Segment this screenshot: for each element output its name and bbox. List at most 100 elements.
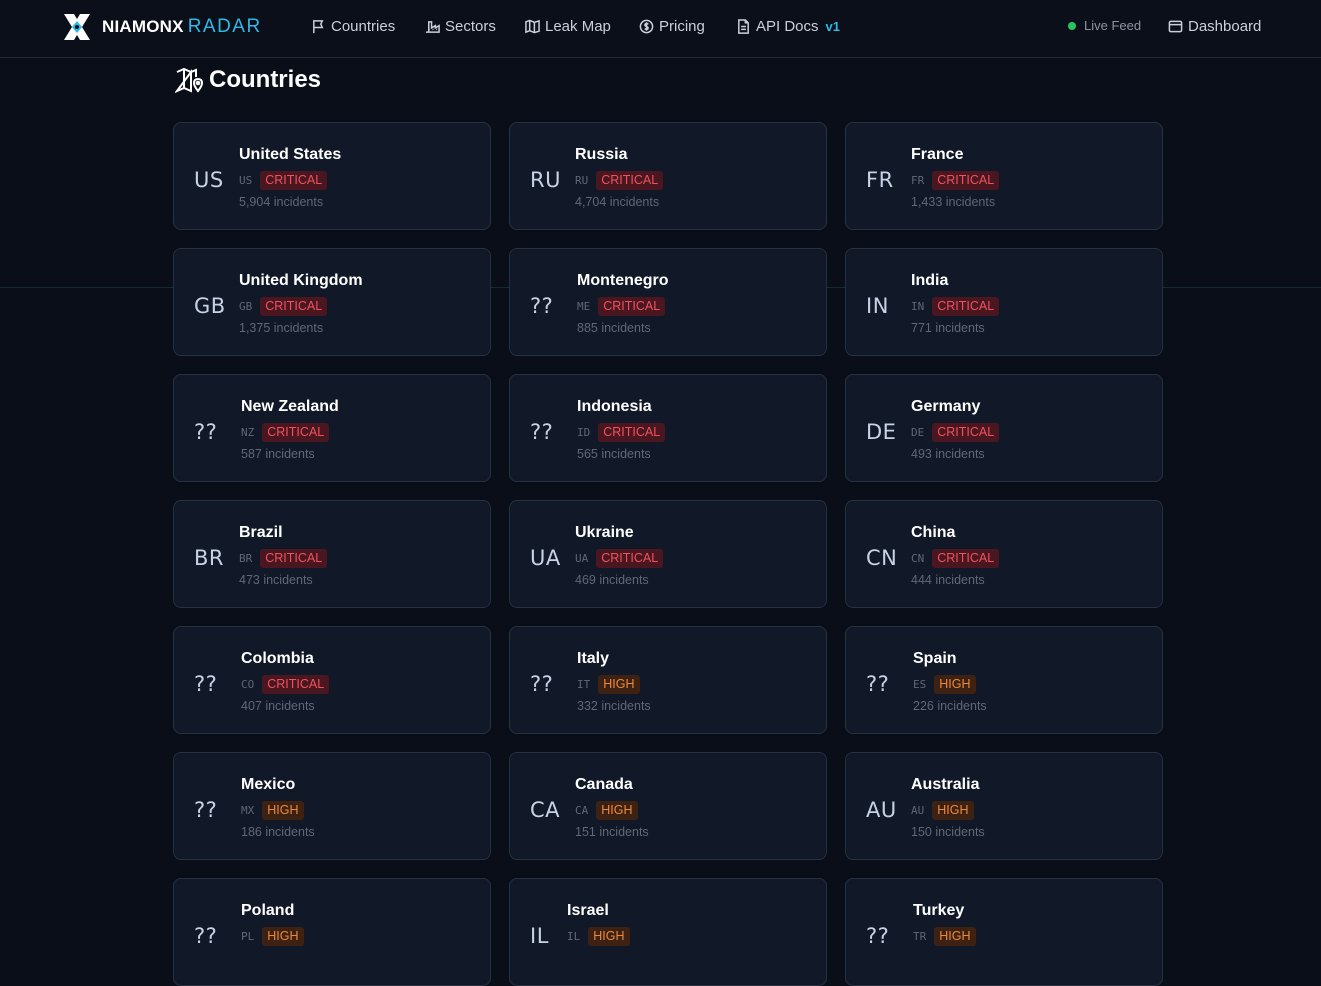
country-flag-code: GB: [194, 294, 226, 318]
country-iso-code: AU: [911, 804, 925, 817]
severity-badge: HIGH: [588, 927, 630, 946]
country-name: Colombia: [241, 650, 314, 667]
country-card[interactable]: ?? Mexico MX HIGH 186 incidents: [173, 752, 491, 860]
nav-pricing[interactable]: Pricing: [639, 16, 705, 36]
country-flag-code: ??: [866, 672, 890, 696]
incident-count: 1,433 incidents: [911, 195, 996, 209]
nav-api-docs-label: API Docs: [756, 17, 819, 35]
country-name: Brazil: [239, 524, 283, 541]
country-iso-code: UA: [575, 552, 589, 565]
country-iso-code: BR: [239, 552, 253, 565]
country-card[interactable]: ?? Spain ES HIGH 226 incidents: [845, 626, 1163, 734]
country-meta-row: RU CRITICAL: [575, 171, 664, 190]
country-card[interactable]: FR France FR CRITICAL 1,433 incidents: [845, 122, 1163, 230]
country-iso-code: NZ: [241, 426, 255, 439]
country-meta-row: MX HIGH: [241, 801, 304, 820]
country-flag-code: CA: [530, 798, 561, 822]
country-name: Australia: [911, 776, 980, 793]
country-name: Indonesia: [577, 398, 652, 415]
incident-count: 151 incidents: [575, 825, 649, 839]
country-card[interactable]: ?? Poland PL HIGH: [173, 878, 491, 986]
country-meta-row: CN CRITICAL: [911, 549, 1000, 568]
incident-count: 226 incidents: [913, 699, 987, 713]
map-icon: [525, 19, 540, 33]
country-iso-code: CN: [911, 552, 925, 565]
map-pin-icon: [175, 67, 204, 93]
country-card[interactable]: ?? Montenegro ME CRITICAL 885 incidents: [509, 248, 827, 356]
country-name: India: [911, 272, 949, 289]
country-flag-code: RU: [530, 168, 561, 192]
incident-count: 1,375 incidents: [239, 321, 324, 335]
severity-badge: CRITICAL: [932, 549, 1000, 568]
country-flag-code: ??: [194, 672, 218, 696]
severity-badge: CRITICAL: [596, 549, 664, 568]
dollar-icon: [639, 19, 654, 33]
country-card[interactable]: ?? Indonesia ID CRITICAL 565 incidents: [509, 374, 827, 482]
country-name: France: [911, 146, 964, 163]
country-card[interactable]: CA Canada CA HIGH 151 incidents: [509, 752, 827, 860]
country-name: Turkey: [913, 902, 965, 919]
country-iso-code: ES: [913, 678, 927, 691]
country-card[interactable]: IL Israel IL HIGH: [509, 878, 827, 986]
country-name: Germany: [911, 398, 981, 415]
nav-leak-map[interactable]: Leak Map: [525, 16, 611, 36]
country-card[interactable]: IN India IN CRITICAL 771 incidents: [845, 248, 1163, 356]
country-iso-code: ME: [577, 300, 591, 313]
country-meta-row: ES HIGH: [913, 675, 976, 694]
live-status-dot: [1068, 21, 1076, 30]
country-meta-row: ID CRITICAL: [577, 423, 666, 442]
country-card[interactable]: ?? Turkey TR HIGH: [845, 878, 1163, 986]
incident-count: 186 incidents: [241, 825, 315, 839]
country-card[interactable]: AU Australia AU HIGH 150 incidents: [845, 752, 1163, 860]
dashboard-icon: [1168, 20, 1183, 32]
country-iso-code: CA: [575, 804, 589, 817]
severity-badge: HIGH: [934, 927, 976, 946]
severity-badge: CRITICAL: [932, 297, 1000, 316]
severity-badge: CRITICAL: [262, 423, 330, 442]
brand-logo-link[interactable]: NIAMONX RADAR: [61, 11, 262, 43]
country-iso-code: US: [239, 174, 253, 187]
country-card[interactable]: RU Russia RU CRITICAL 4,704 incidents: [509, 122, 827, 230]
country-name: Ukraine: [575, 524, 634, 541]
api-version-badge: v1: [825, 18, 840, 34]
nav-pricing-label: Pricing: [659, 17, 705, 35]
document-icon: [738, 18, 749, 34]
live-feed-label: Live Feed: [1084, 18, 1142, 33]
country-meta-row: TR HIGH: [913, 927, 976, 946]
country-meta-row: FR CRITICAL: [911, 171, 1000, 190]
country-meta-row: NZ CRITICAL: [241, 423, 330, 442]
country-card[interactable]: GB United Kingdom GB CRITICAL 1,375 incident…: [173, 248, 491, 356]
country-card[interactable]: ?? Italy IT HIGH 332 incidents: [509, 626, 827, 734]
severity-badge: HIGH: [932, 801, 974, 820]
country-iso-code: MX: [241, 804, 255, 817]
nav-countries-label: Countries: [331, 17, 396, 35]
country-card[interactable]: CN China CN CRITICAL 444 incidents: [845, 500, 1163, 608]
severity-badge: HIGH: [598, 675, 640, 694]
country-name: Montenegro: [577, 272, 669, 289]
country-flag-code: BR: [194, 546, 224, 570]
country-name: Italy: [577, 650, 610, 667]
country-name: United States: [239, 146, 342, 163]
factory-icon: [425, 20, 440, 33]
country-iso-code: IL: [567, 930, 581, 943]
country-card[interactable]: BR Brazil BR CRITICAL 473 incidents: [173, 500, 491, 608]
incident-count: 493 incidents: [911, 447, 985, 461]
incident-count: 771 incidents: [911, 321, 985, 335]
nav-countries[interactable]: Countries: [311, 16, 395, 36]
country-card[interactable]: ?? Colombia CO CRITICAL 407 incidents: [173, 626, 491, 734]
country-flag-code: IL: [530, 924, 549, 948]
country-flag-code: ??: [530, 294, 554, 318]
nav-api-docs[interactable]: API Docs v1: [736, 16, 840, 36]
live-feed-indicator[interactable]: Live Feed: [1068, 18, 1141, 33]
country-iso-code: IT: [577, 678, 591, 691]
country-flag-code: DE: [866, 420, 897, 444]
incident-count: 332 incidents: [577, 699, 651, 713]
country-card[interactable]: DE Germany DE CRITICAL 493 incidents: [845, 374, 1163, 482]
country-card[interactable]: UA Ukraine UA CRITICAL 469 incidents: [509, 500, 827, 608]
dashboard-button[interactable]: Dashboard: [1168, 16, 1261, 36]
country-card[interactable]: US United States US CRITICAL 5,904 incidents: [173, 122, 491, 230]
nav-sectors[interactable]: Sectors: [425, 16, 496, 36]
dashboard-label: Dashboard: [1188, 17, 1262, 35]
severity-badge: HIGH: [934, 675, 976, 694]
country-card[interactable]: ?? New Zealand NZ CRITICAL 587 incidents: [173, 374, 491, 482]
